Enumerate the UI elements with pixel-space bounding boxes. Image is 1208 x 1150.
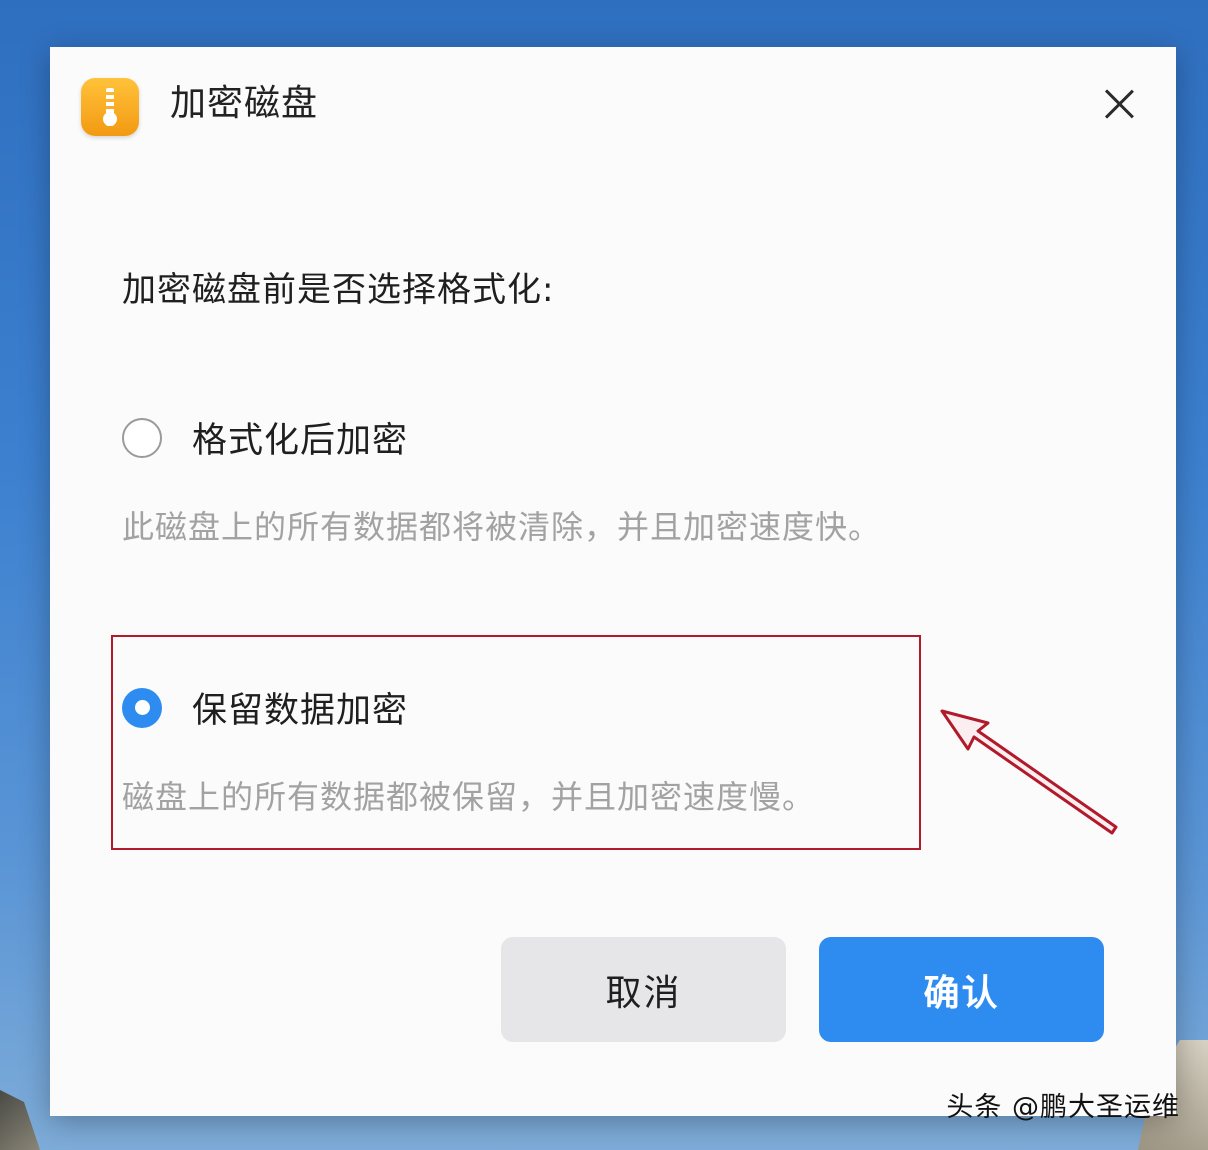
option-label: 格式化后加密: [192, 421, 409, 461]
watermark-text: 头条 @鹏大圣运维: [946, 1092, 1180, 1123]
cancel-button[interactable]: 取消: [501, 937, 786, 1042]
confirm-button[interactable]: 确认: [819, 937, 1104, 1042]
option-description: 此磁盘上的所有数据都将被清除，并且加密速度快。: [122, 508, 882, 546]
annotation-arrow-icon: [940, 709, 1118, 835]
close-icon[interactable]: [1102, 87, 1136, 121]
annotation-highlight-box: [111, 635, 921, 850]
background-rock-left: [0, 1090, 40, 1150]
encrypt-disk-dialog: 加密磁盘 加密磁盘前是否选择格式化: 格式化后加密 此磁盘上的所有数据都将被清除…: [50, 47, 1176, 1116]
format-question: 加密磁盘前是否选择格式化:: [122, 270, 555, 310]
zip-lock-icon: [81, 78, 139, 136]
dialog-title: 加密磁盘: [170, 83, 319, 124]
radio-unselected-icon[interactable]: [122, 417, 162, 458]
option-format-then-encrypt[interactable]: 格式化后加密: [122, 412, 408, 463]
